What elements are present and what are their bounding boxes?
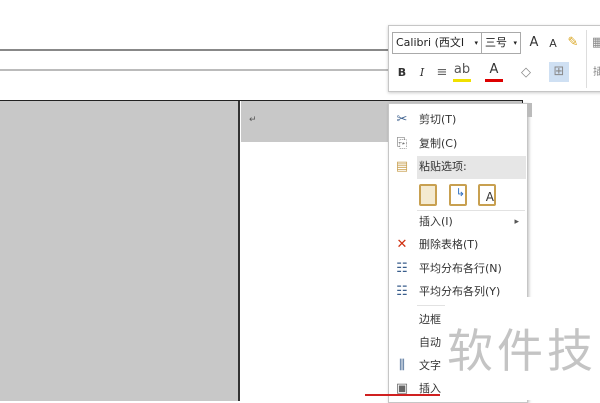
menu-item-cut[interactable]: ✂ 剪切(T) (389, 109, 527, 131)
submenu-arrow-icon: ▸ (514, 217, 519, 227)
distribute-columns-icon: ☷ (396, 284, 408, 299)
bold-button[interactable]: B (393, 63, 411, 83)
paste-keep-source-icon[interactable] (419, 184, 437, 206)
grow-font-button[interactable]: A (525, 33, 543, 53)
paste-icon: ▤ (395, 159, 409, 174)
menu-item-copy[interactable]: ⎘ 复制(C) (389, 133, 527, 155)
font-size-select[interactable]: 三号 ▾ (481, 32, 521, 54)
distribute-rows-icon: ☷ (396, 261, 408, 276)
divider (586, 30, 587, 88)
table-icon[interactable]: ▦ (589, 33, 600, 53)
insert-caption-icon: ▣ (395, 381, 409, 396)
paste-merge-icon[interactable]: ↳ (449, 184, 467, 206)
paste-text-only-icon[interactable]: A (478, 184, 496, 206)
menu-item-distribute-rows[interactable]: ☷ 平均分布各行(N) (389, 258, 527, 280)
shrink-font-button[interactable]: A (544, 34, 562, 54)
shading-icon[interactable]: ◇ (517, 63, 535, 83)
italic-button[interactable]: I (413, 63, 431, 83)
center-align-icon[interactable]: ≡ (433, 63, 451, 83)
menu-item-insert[interactable]: 插入(I) ▸ (389, 211, 527, 233)
copy-icon: ⎘ (396, 136, 408, 151)
text-direction-icon: ⫼ (399, 358, 405, 373)
borders-button[interactable]: ⊞ (549, 62, 569, 82)
menu-item-delete-table[interactable]: ✕ 删除表格(T) (389, 234, 527, 256)
font-color-button[interactable]: A (485, 62, 503, 82)
watermark: 软件技 (445, 297, 600, 400)
insert-button[interactable]: 插 (589, 63, 600, 83)
red-underline-annotation (365, 394, 440, 396)
scissors-icon: ✂ (396, 112, 408, 127)
format-painter-icon[interactable]: ✎ (564, 33, 582, 53)
table-cell-left[interactable] (0, 101, 240, 401)
menu-item-paste-options: ▤ 粘贴选项: (389, 156, 527, 178)
paragraph-mark: ↵ (249, 115, 257, 125)
ruler-line-bottom (0, 69, 390, 71)
delete-table-icon: ✕ (396, 237, 408, 252)
font-name-select[interactable]: Calibri (西文I ▾ (392, 32, 482, 54)
scrollbar-thumb[interactable] (527, 103, 532, 117)
ruler-line-top (0, 49, 390, 51)
mini-toolbar: Calibri (西文I ▾ 三号 ▾ A A ✎ B I ≡ ab A ◇ ⊞ ▦… (388, 25, 600, 92)
highlight-icon[interactable]: ab (453, 62, 471, 82)
